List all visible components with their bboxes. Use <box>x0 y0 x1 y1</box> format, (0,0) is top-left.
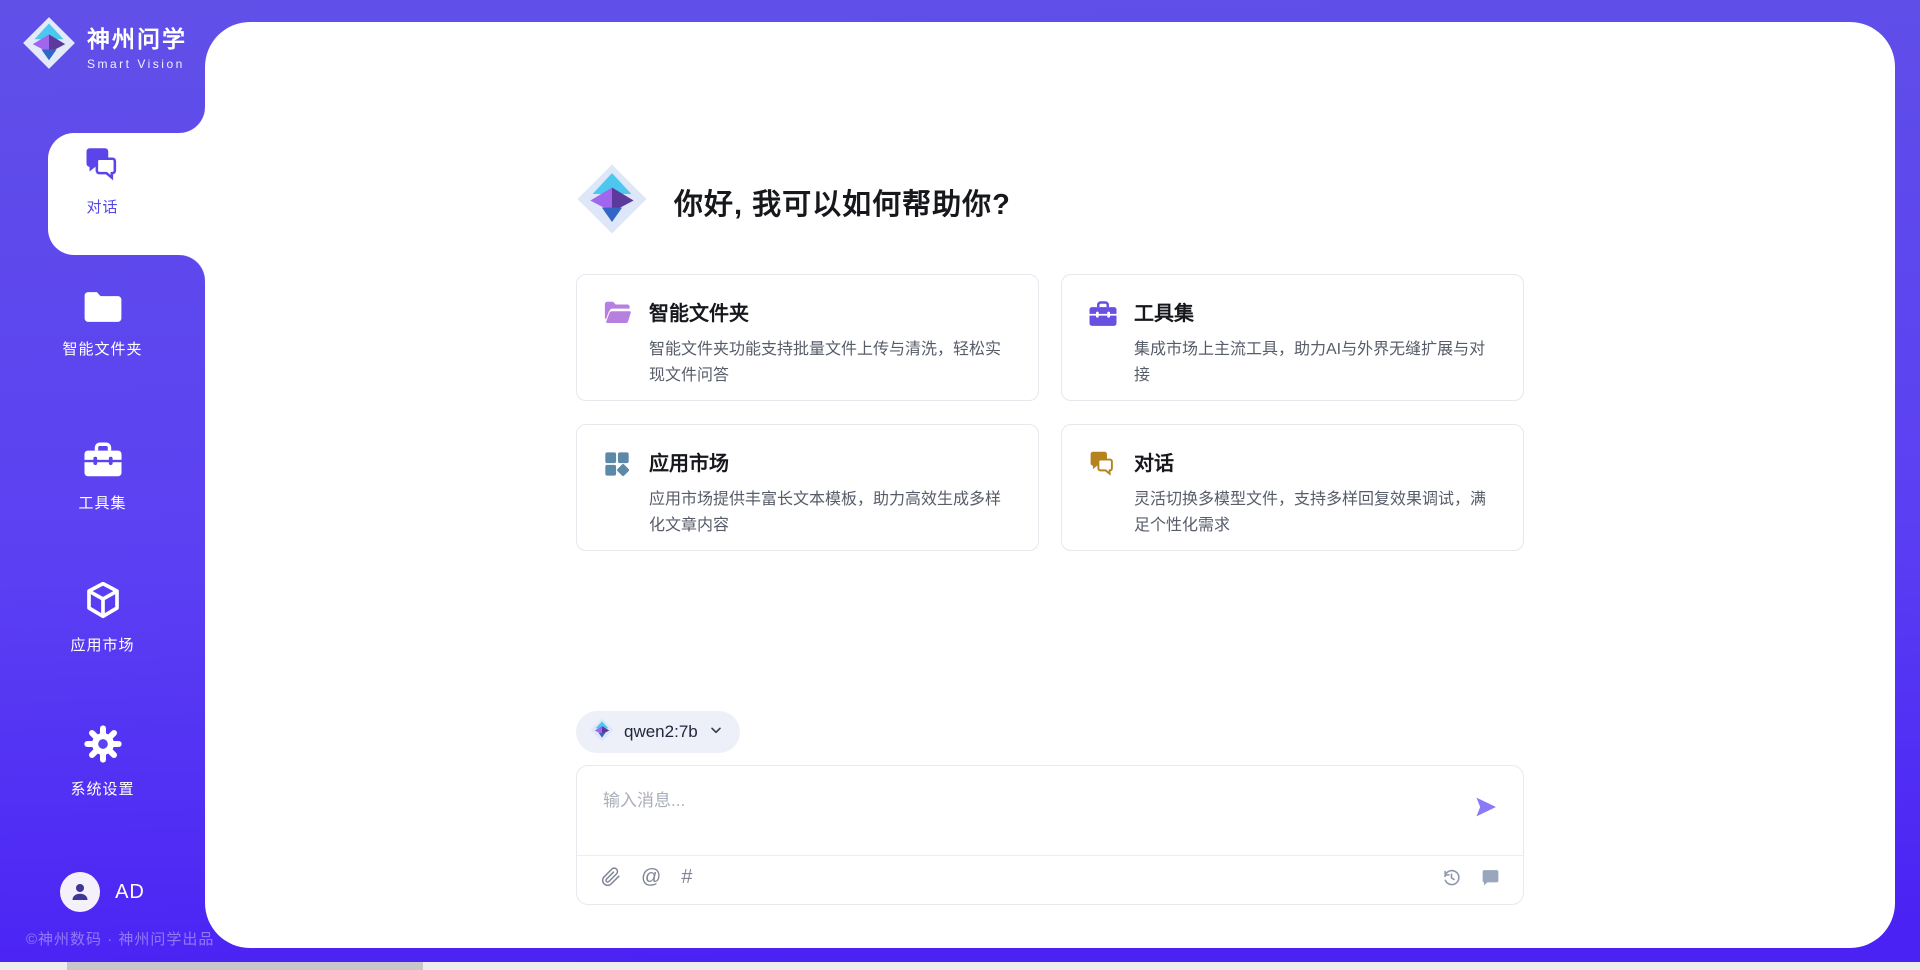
app-subtitle: Smart Vision <box>87 57 187 71</box>
gear-icon <box>83 751 123 768</box>
horizontal-scrollbar[interactable] <box>0 962 1920 970</box>
card-title: 对话 <box>1134 449 1499 479</box>
main-panel: 你好, 我可以如何帮助你? 智能文件夹 智能文件夹功能支持批量文件上传与清洗，轻… <box>205 22 1895 948</box>
attach-icon[interactable] <box>601 866 621 888</box>
user-profile[interactable]: AD <box>0 872 205 912</box>
sidebar-item-chat[interactable]: 对话 <box>0 146 205 217</box>
card-app-market[interactable]: 应用市场 应用市场提供丰富长文本模板，助力高效生成多样化文章内容 <box>576 424 1039 551</box>
sidebar-item-app-market[interactable]: 应用市场 <box>0 580 205 655</box>
card-description: 灵活切换多模型文件，支持多样回复效果调试，满足个性化需求 <box>1134 487 1499 539</box>
sidebar-item-label: 对话 <box>0 196 205 217</box>
sidebar-item-label: 系统设置 <box>0 778 205 799</box>
sidebar-item-toolset[interactable]: 工具集 <box>0 442 205 513</box>
model-selector[interactable]: qwen2:7b <box>576 711 740 753</box>
folder-open-icon <box>603 300 633 400</box>
assistant-diamond-icon <box>576 163 648 240</box>
topic-icon[interactable]: # <box>681 867 692 887</box>
sidebar-item-label: 工具集 <box>0 492 205 513</box>
card-description: 集成市场上主流工具，助力AI与外界无缝扩展与对接 <box>1134 337 1499 389</box>
app-logo: 神州问学 Smart Vision <box>22 16 187 75</box>
message-input[interactable] <box>577 766 1523 850</box>
history-icon[interactable] <box>1441 867 1462 888</box>
sidebar-item-label: 应用市场 <box>0 634 205 655</box>
avatar <box>60 872 100 912</box>
grid-icon <box>603 450 633 550</box>
toolbox-icon <box>82 465 124 482</box>
sidebar-item-smart-folder[interactable]: 智能文件夹 <box>0 290 205 359</box>
model-logo-icon <box>590 718 614 747</box>
cube-icon <box>83 607 123 624</box>
chat-icon <box>1088 450 1118 550</box>
chevron-down-icon <box>708 722 724 743</box>
mention-icon[interactable]: @ <box>641 867 661 887</box>
card-title: 智能文件夹 <box>649 299 1014 329</box>
composer-toolbar: @ # <box>577 856 1523 904</box>
card-description: 智能文件夹功能支持批量文件上传与清洗，轻松实现文件问答 <box>649 337 1014 389</box>
send-icon[interactable] <box>1473 794 1499 825</box>
scrollbar-thumb[interactable] <box>67 962 423 970</box>
brand-diamond-icon <box>22 16 76 75</box>
chat-bubble-icon[interactable] <box>1480 867 1501 888</box>
message-composer: @ # <box>576 765 1524 905</box>
card-description: 应用市场提供丰富长文本模板，助力高效生成多样化文章内容 <box>649 487 1014 539</box>
card-title: 工具集 <box>1134 299 1499 329</box>
card-chat[interactable]: 对话 灵活切换多模型文件，支持多样回复效果调试，满足个性化需求 <box>1061 424 1524 551</box>
card-smart-folder[interactable]: 智能文件夹 智能文件夹功能支持批量文件上传与清洗，轻松实现文件问答 <box>576 274 1039 401</box>
feature-cards: 智能文件夹 智能文件夹功能支持批量文件上传与清洗，轻松实现文件问答 工具集 <box>576 274 1524 551</box>
app-title: 神州问学 <box>87 20 187 54</box>
chat-icon <box>83 169 123 186</box>
model-name: qwen2:7b <box>624 722 698 742</box>
card-toolset[interactable]: 工具集 集成市场上主流工具，助力AI与外界无缝扩展与对接 <box>1061 274 1524 401</box>
copyright-text: ©神州数码 · 神州问学出品 <box>26 928 214 949</box>
sidebar-item-label: 智能文件夹 <box>0 338 205 359</box>
sidebar-item-settings[interactable]: 系统设置 <box>0 724 205 799</box>
greeting-header: 你好, 我可以如何帮助你? <box>576 163 1524 240</box>
sidebar: 神州问学 Smart Vision 对话 智能文件夹 <box>0 0 205 970</box>
card-title: 应用市场 <box>649 449 1014 479</box>
greeting-text: 你好, 我可以如何帮助你? <box>674 181 1011 223</box>
toolbox-icon <box>1088 300 1118 400</box>
folder-icon <box>82 311 124 328</box>
user-name: AD <box>115 881 145 904</box>
